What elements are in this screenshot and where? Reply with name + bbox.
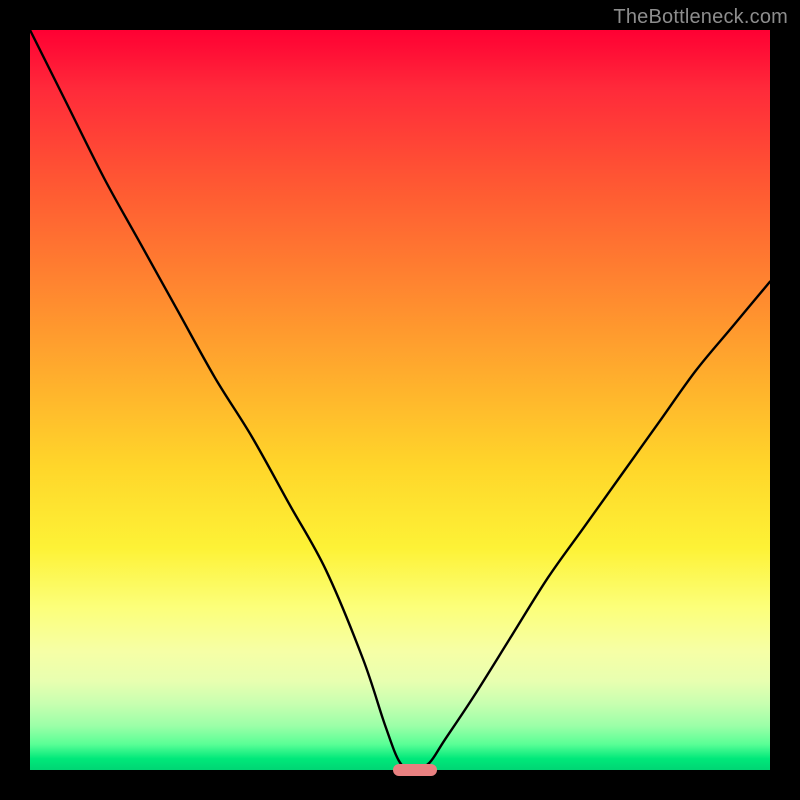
chart-frame: TheBottleneck.com	[0, 0, 800, 800]
bottleneck-curve	[30, 30, 770, 770]
watermark-text: TheBottleneck.com	[613, 6, 788, 29]
plot-area	[30, 30, 770, 770]
curve-layer	[30, 30, 770, 770]
best-match-marker	[393, 764, 437, 776]
